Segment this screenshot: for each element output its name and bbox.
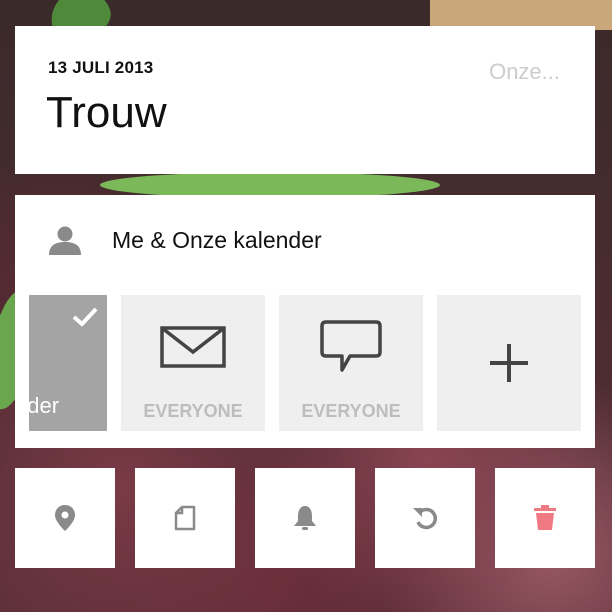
sharing-card: Me & Onze kalender nder EVERYONE EVERYON… xyxy=(15,195,595,448)
share-email-tile[interactable]: EVERYONE xyxy=(121,295,265,431)
notes-button[interactable] xyxy=(135,468,235,568)
plus-icon xyxy=(490,344,528,382)
bell-icon xyxy=(294,506,316,530)
person-icon xyxy=(49,226,81,255)
trash-icon xyxy=(534,505,556,530)
speech-bubble-icon xyxy=(320,320,382,372)
share-chat-label: EVERYONE xyxy=(301,401,401,421)
envelope-icon xyxy=(160,326,226,368)
share-label[interactable]: Me & Onze kalender xyxy=(112,227,322,254)
share-email-label: EVERYONE xyxy=(143,401,243,421)
event-header-card: 13 JULI 2013 Trouw Onze... xyxy=(15,26,595,174)
reminder-button[interactable] xyxy=(255,468,355,568)
calendar-tile-selected[interactable]: nder xyxy=(29,295,107,431)
event-title[interactable]: Trouw xyxy=(46,88,167,138)
calendar-tile-label: nder xyxy=(29,393,60,418)
repeat-icon xyxy=(413,507,437,530)
location-button[interactable] xyxy=(15,468,115,568)
note-icon xyxy=(174,505,196,531)
calendar-selector[interactable]: Onze... xyxy=(489,59,560,85)
add-share-tile[interactable] xyxy=(437,295,581,431)
location-pin-icon xyxy=(55,505,75,531)
delete-button[interactable] xyxy=(495,468,595,568)
event-date[interactable]: 13 JULI 2013 xyxy=(48,58,153,78)
repeat-button[interactable] xyxy=(375,468,475,568)
share-chat-tile[interactable]: EVERYONE xyxy=(279,295,423,431)
check-icon xyxy=(72,307,98,327)
